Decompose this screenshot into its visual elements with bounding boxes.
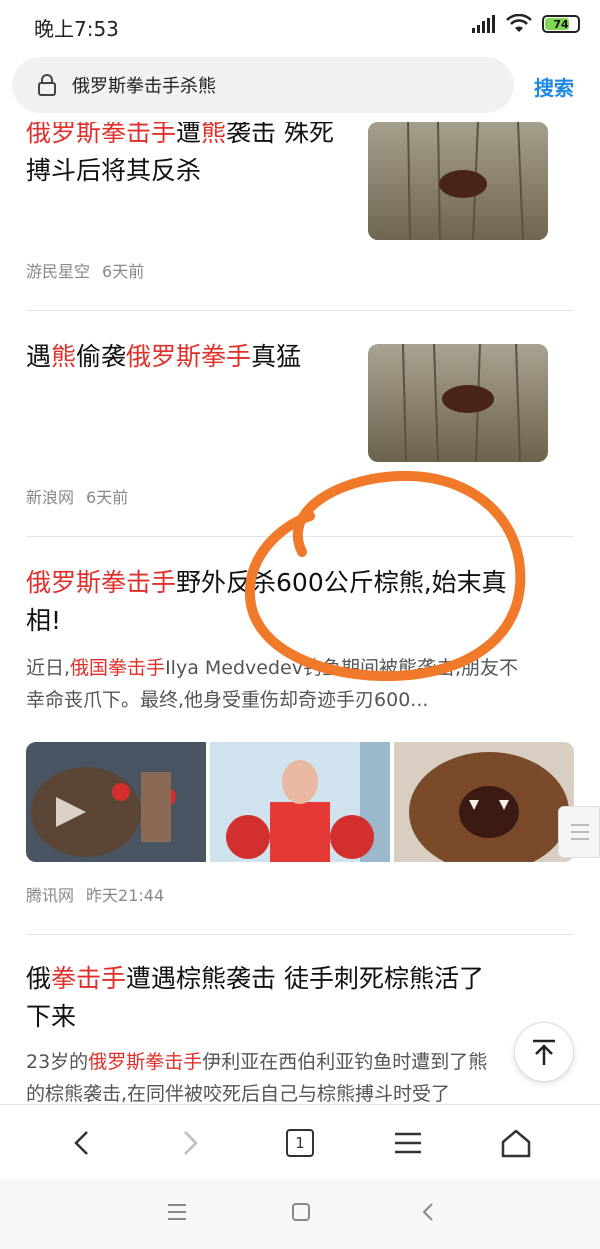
back-button[interactable] — [58, 1119, 106, 1167]
home-button[interactable] — [492, 1119, 540, 1167]
title-part: 熊 — [51, 342, 77, 371]
wifi-icon — [506, 14, 532, 32]
snippet-part: 23岁的 — [26, 1051, 89, 1073]
divider — [26, 934, 574, 935]
result-meta: 腾讯网 昨天21:44 — [26, 882, 164, 906]
recent-apps-icon[interactable] — [166, 1202, 188, 1222]
battery-icon: 74 — [542, 15, 580, 33]
title-line2: 下来 — [26, 1002, 77, 1031]
snippet-part: 俄国拳击手 — [70, 657, 166, 679]
result-thumbnail[interactable] — [368, 122, 548, 240]
search-button[interactable]: 搜索 — [534, 72, 574, 101]
title-part: 拳击手 — [51, 964, 127, 993]
result-snippet: 23岁的俄罗斯拳击手伊利亚在西伯利亚钓鱼时遭到了熊 的棕熊袭击,在同伴被咬死后自… — [26, 1046, 574, 1104]
battery-level: 74 — [553, 17, 569, 31]
scroll-lines-icon — [571, 824, 589, 840]
result-time: 6天前 — [102, 262, 145, 281]
snippet-line2: 的棕熊袭击,在同伴被咬死后自己与棕熊搏斗时受了 — [26, 1083, 451, 1104]
result-time: 昨天21:44 — [86, 886, 165, 905]
tabs-icon: 1 — [286, 1129, 314, 1157]
scroll-handle[interactable] — [558, 806, 600, 858]
title-part: 遭 — [176, 122, 202, 147]
boxer-portrait-image[interactable] — [210, 742, 390, 862]
menu-icon — [395, 1132, 421, 1154]
snippet-part: 俄罗斯拳击手 — [88, 1051, 203, 1073]
back-to-top-button[interactable] — [514, 1022, 574, 1082]
result-source: 新浪网 — [26, 488, 75, 507]
search-input[interactable]: 俄罗斯拳击手杀熊 — [12, 57, 514, 113]
title-part: 熊 — [201, 122, 227, 147]
snippet-part: 近日, — [26, 657, 71, 679]
result-meta: 新浪网 6天前 — [26, 484, 128, 508]
result-item[interactable]: 俄拳击手遭遇棕熊袭击 徒手刺死棕熊活了 下来 23岁的俄罗斯拳击手伊利亚在西伯利… — [26, 960, 574, 1104]
search-query: 俄罗斯拳击手杀熊 — [72, 76, 216, 97]
forward-arrow-icon — [184, 1131, 198, 1155]
title-part: 袭击 殊死 — [226, 122, 334, 147]
bear-forest-image — [368, 122, 548, 240]
menu-button[interactable] — [384, 1119, 432, 1167]
roaring-bear-image[interactable] — [394, 742, 574, 862]
result-image-row[interactable] — [26, 742, 574, 862]
divider — [26, 310, 574, 311]
title-part: 偷袭 — [76, 342, 127, 371]
tab-count: 1 — [295, 1134, 305, 1152]
tabs-button[interactable]: 1 — [276, 1119, 324, 1167]
title-line2: 相! — [26, 606, 62, 635]
back-arrow-icon — [74, 1131, 88, 1155]
result-title[interactable]: 俄拳击手遭遇棕熊袭击 徒手刺死棕熊活了 下来 — [26, 960, 574, 1036]
title-part: 俄罗斯拳击手 — [26, 122, 177, 147]
bear-forest-image — [368, 344, 548, 462]
result-meta: 游民星空 6天前 — [26, 258, 144, 282]
snippet-part: 伊利亚在西伯利亚钓鱼时遭到了熊 — [202, 1051, 488, 1073]
result-source: 腾讯网 — [26, 886, 75, 905]
snippet-line2: 幸命丧爪下。最终,他身受重伤却奇迹手刃600... — [26, 689, 429, 711]
bear-boxer-image[interactable] — [26, 742, 206, 862]
status-icons: 74 — [472, 14, 580, 34]
browser-toolbar: 1 — [0, 1104, 600, 1180]
title-part: 俄 — [26, 964, 52, 993]
title-part: 俄罗斯拳手 — [126, 342, 252, 371]
home-icon — [501, 1129, 531, 1158]
result-thumbnail[interactable] — [368, 344, 548, 462]
system-nav-bar — [0, 1180, 600, 1249]
title-part: 俄罗斯拳击手 — [26, 568, 177, 597]
title-part: 真猛 — [251, 342, 302, 371]
status-bar: 晚上7:53 74 — [0, 0, 600, 52]
back-to-top-icon — [533, 1039, 555, 1065]
signal-icon — [472, 15, 495, 33]
annotation-circle — [244, 470, 526, 682]
title-part: 遇 — [26, 342, 52, 371]
title-line2: 搏斗后将其反杀 — [26, 156, 202, 185]
forward-button[interactable] — [166, 1119, 214, 1167]
system-back-icon[interactable] — [418, 1202, 438, 1222]
search-row: 俄罗斯拳击手杀熊 搜索 — [0, 52, 600, 118]
title-part: 遭遇棕熊袭击 徒手刺死棕熊活了 — [126, 964, 484, 993]
result-time: 6天前 — [86, 488, 129, 507]
system-home-icon[interactable] — [290, 1202, 312, 1222]
result-source: 游民星空 — [26, 262, 91, 281]
status-time: 晚上7:53 — [34, 17, 119, 41]
lock-icon — [38, 74, 56, 96]
